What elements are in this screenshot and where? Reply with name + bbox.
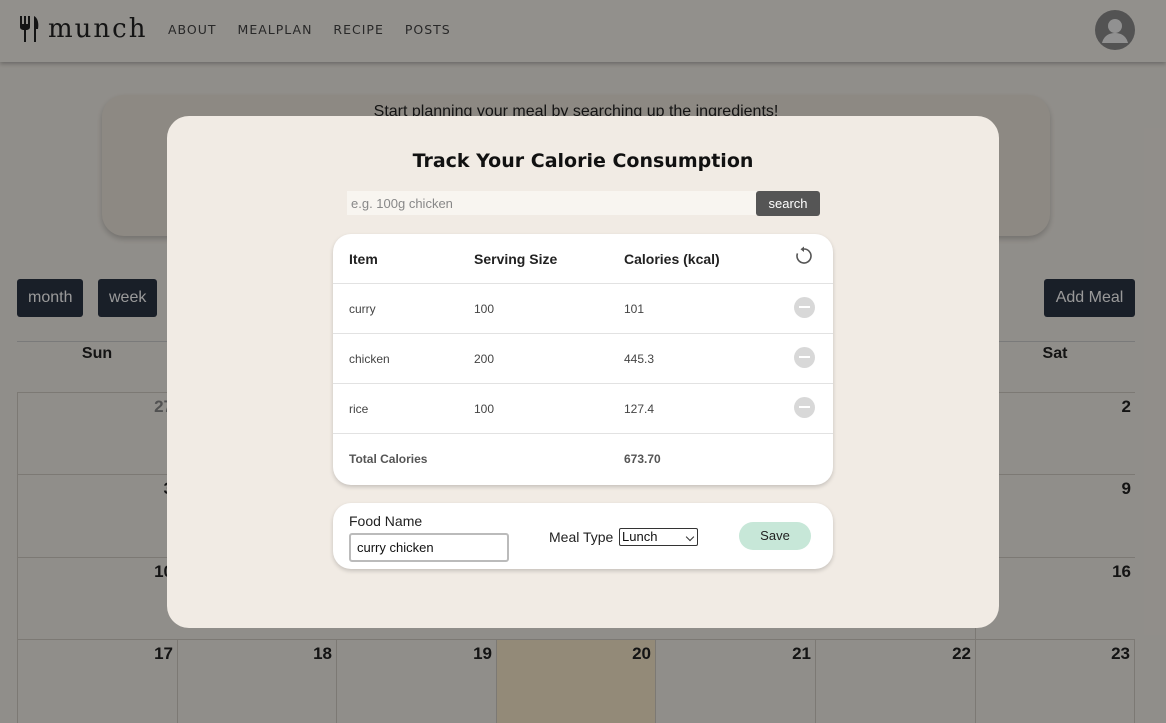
row-serving: 100 <box>474 402 495 416</box>
table-row: curry 100 101 <box>333 284 833 334</box>
row-item: rice <box>349 402 369 416</box>
row-item: curry <box>349 302 376 316</box>
remove-row-icon[interactable] <box>794 397 815 418</box>
row-calories: 127.4 <box>624 402 655 416</box>
table-row: chicken 200 445.3 <box>333 334 833 384</box>
column-header-item: Item <box>349 251 378 267</box>
save-button[interactable]: Save <box>739 522 811 550</box>
table-row: rice 100 127.4 <box>333 384 833 434</box>
calorie-search-input[interactable] <box>347 191 757 215</box>
meal-type-label: Meal Type <box>549 529 614 545</box>
refresh-icon[interactable] <box>794 246 814 266</box>
calorie-table: Item Serving Size Calories (kcal) curry … <box>333 234 833 485</box>
row-serving: 200 <box>474 352 495 366</box>
save-meal-form: Food Name Meal Type Lunch Save <box>333 503 833 569</box>
total-label: Total Calories <box>349 452 428 466</box>
row-serving: 100 <box>474 302 495 316</box>
food-name-input[interactable] <box>349 533 509 562</box>
modal-title: Track Your Calorie Consumption <box>412 150 754 172</box>
table-header-row: Item Serving Size Calories (kcal) <box>333 234 833 284</box>
remove-row-icon[interactable] <box>794 297 815 318</box>
calorie-search-button[interactable]: search <box>756 191 820 216</box>
total-row: Total Calories 673.70 <box>333 434 833 484</box>
total-value: 673.70 <box>624 452 661 466</box>
column-header-calories: Calories (kcal) <box>624 251 720 267</box>
remove-row-icon[interactable] <box>794 347 815 368</box>
meal-type-value: Lunch <box>622 529 658 544</box>
row-calories: 445.3 <box>624 352 655 366</box>
column-header-serving: Serving Size <box>474 251 558 267</box>
calorie-modal: Track Your Calorie Consumption search It… <box>167 116 999 628</box>
food-name-label: Food Name <box>349 513 423 529</box>
row-calories: 101 <box>624 302 645 316</box>
row-item: chicken <box>349 352 390 366</box>
